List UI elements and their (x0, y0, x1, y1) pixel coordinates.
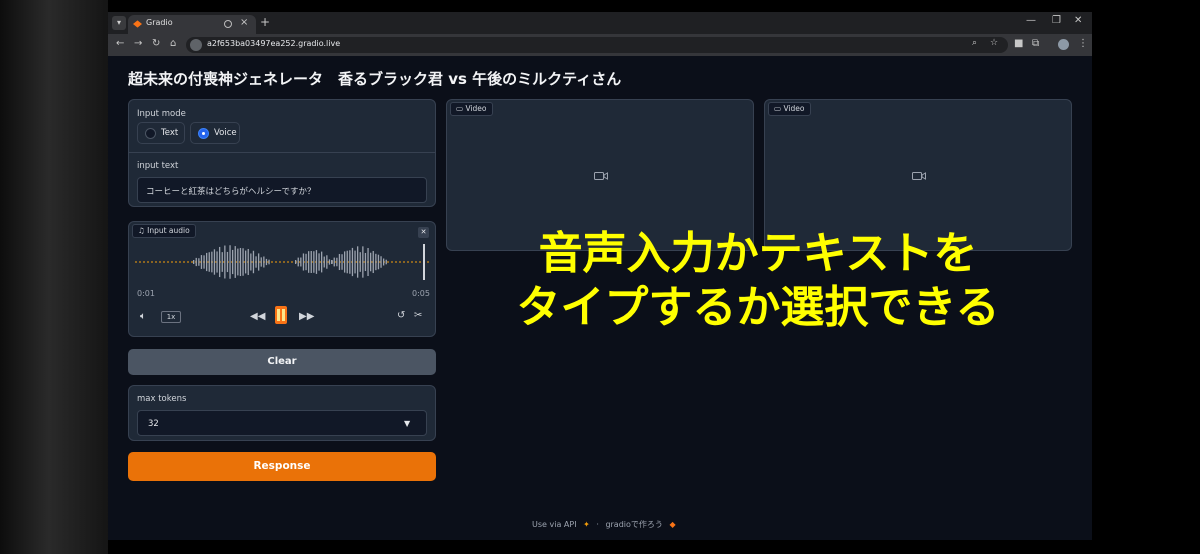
max-tokens-label: max tokens (137, 394, 187, 404)
minimize-icon[interactable]: — (1026, 15, 1036, 26)
audio-duration: 0:05 (412, 289, 430, 298)
new-tab-button[interactable]: + (260, 15, 270, 29)
left-backdrop (0, 0, 108, 554)
video-placeholder-icon (912, 172, 926, 180)
response-button[interactable]: Response (128, 452, 436, 481)
page-title: 超未来の付喪神ジェネレータ 香るブラック君 vs 午後のミルクティさん (128, 70, 622, 88)
pause-icon[interactable] (275, 306, 287, 324)
forward-icon[interactable]: → (134, 38, 142, 49)
close-icon[interactable]: × (240, 17, 248, 28)
rewind-icon[interactable]: ◀◀ (250, 311, 265, 322)
video-placeholder-icon (594, 172, 608, 180)
restore-icon[interactable]: ❐ (1052, 15, 1061, 26)
rocket-icon: ✦ (583, 520, 590, 529)
audio-close-icon[interactable]: ✕ (418, 227, 429, 238)
window-close-icon[interactable]: ✕ (1074, 15, 1082, 26)
browser-tab[interactable]: Gradio × (128, 15, 256, 34)
max-tokens-panel: max tokens 32 ▼ (128, 385, 436, 441)
radio-voice-label: Voice (214, 128, 237, 138)
input-panel: Input mode Text Voice input text コーヒーと紅茶… (128, 99, 436, 207)
browser-toolbar: ← → ↻ ⌂ a2f653ba03497ea252.gradio.live ⌕… (108, 34, 1092, 56)
clear-button[interactable]: Clear (128, 349, 436, 375)
audio-panel: ♫ Input audio ✕ 0:01 0:05 🔈︎ 1x ◀◀ ▶▶ ↺ … (128, 221, 436, 337)
input-mode-label: Input mode (137, 109, 186, 119)
star-icon[interactable]: ☆ (990, 38, 998, 48)
caption-overlay: 音声入力かテキストを タイプするか選択できる (448, 227, 1068, 335)
tab-strip: ▾ Gradio × + — ❐ ✕ (108, 12, 1092, 34)
radio-text-label: Text (161, 128, 179, 138)
profile-avatar[interactable] (1058, 39, 1069, 50)
audio-current-time: 0:01 (137, 289, 155, 298)
speaker-icon[interactable] (224, 20, 232, 28)
gradio-logo-icon (133, 20, 142, 28)
video-badge-left: ▭ Video (450, 102, 493, 116)
more-menu-icon[interactable]: ⋮ (1078, 38, 1088, 49)
url-text: a2f653ba03497ea252.gradio.live (207, 39, 341, 48)
footer: Use via API ✦ · gradioで作ろう ◆ (532, 519, 680, 530)
input-text-label: input text (137, 161, 179, 171)
built-with-gradio-link[interactable]: gradioで作ろう (605, 520, 662, 529)
panel-divider (129, 152, 435, 153)
gradio-logo-icon: ◆ (669, 520, 676, 529)
home-icon[interactable]: ⌂ (170, 38, 176, 49)
footer-separator: · (596, 520, 599, 529)
right-backdrop (1092, 0, 1200, 554)
caption-line-1: 音声入力かテキストを (538, 228, 978, 279)
zoom-icon[interactable]: ⌕ (972, 38, 977, 48)
max-tokens-value: 32 (148, 419, 159, 429)
input-text-value: コーヒーと紅茶はどちらがヘルシーですか？ (146, 187, 316, 197)
radio-voice-dot[interactable] (198, 128, 209, 139)
input-audio-label: Input audio (147, 226, 190, 235)
max-tokens-dropdown[interactable]: 32 ▼ (137, 410, 427, 436)
caret-down-icon[interactable]: ▼ (404, 419, 410, 428)
radio-text[interactable]: Text (137, 122, 185, 144)
volume-icon[interactable]: 🔈︎ (140, 311, 146, 322)
radio-text-dot[interactable] (145, 128, 156, 139)
playback-speed-button[interactable]: 1x (161, 311, 181, 323)
audio-waveform[interactable] (135, 242, 431, 282)
undo-icon[interactable]: ↺ (397, 310, 405, 321)
video-badge-right: ▭ Video (768, 102, 811, 116)
caption-line-2: タイプするか選択できる (516, 282, 1000, 333)
browser-window: ▾ Gradio × + — ❐ ✕ ← → ↻ ⌂ a2f653ba03497… (108, 12, 1092, 540)
extension-icon[interactable]: ■ (1014, 38, 1023, 49)
music-icon: ♫ (138, 226, 148, 235)
tab-search-chevron-down-icon[interactable]: ▾ (112, 16, 126, 30)
use-via-api-link[interactable]: Use via API (532, 520, 577, 529)
site-info-icon[interactable] (190, 39, 202, 51)
back-icon[interactable]: ← (116, 38, 124, 49)
input-text-field[interactable]: コーヒーと紅茶はどちらがヘルシーですか？ (137, 177, 427, 203)
address-bar[interactable]: a2f653ba03497ea252.gradio.live ⌕ ☆ (186, 37, 1008, 53)
video-label-right: Video (783, 104, 805, 113)
tab-title: Gradio (146, 18, 173, 27)
input-audio-badge: ♫ Input audio (132, 224, 196, 238)
fast-forward-icon[interactable]: ▶▶ (299, 311, 314, 322)
reload-icon[interactable]: ↻ (152, 38, 160, 49)
puzzle-icon[interactable]: ⧉ (1032, 38, 1039, 49)
radio-voice[interactable]: Voice (190, 122, 240, 144)
scissors-icon[interactable]: ✂ (414, 310, 422, 321)
video-label-left: Video (465, 104, 487, 113)
